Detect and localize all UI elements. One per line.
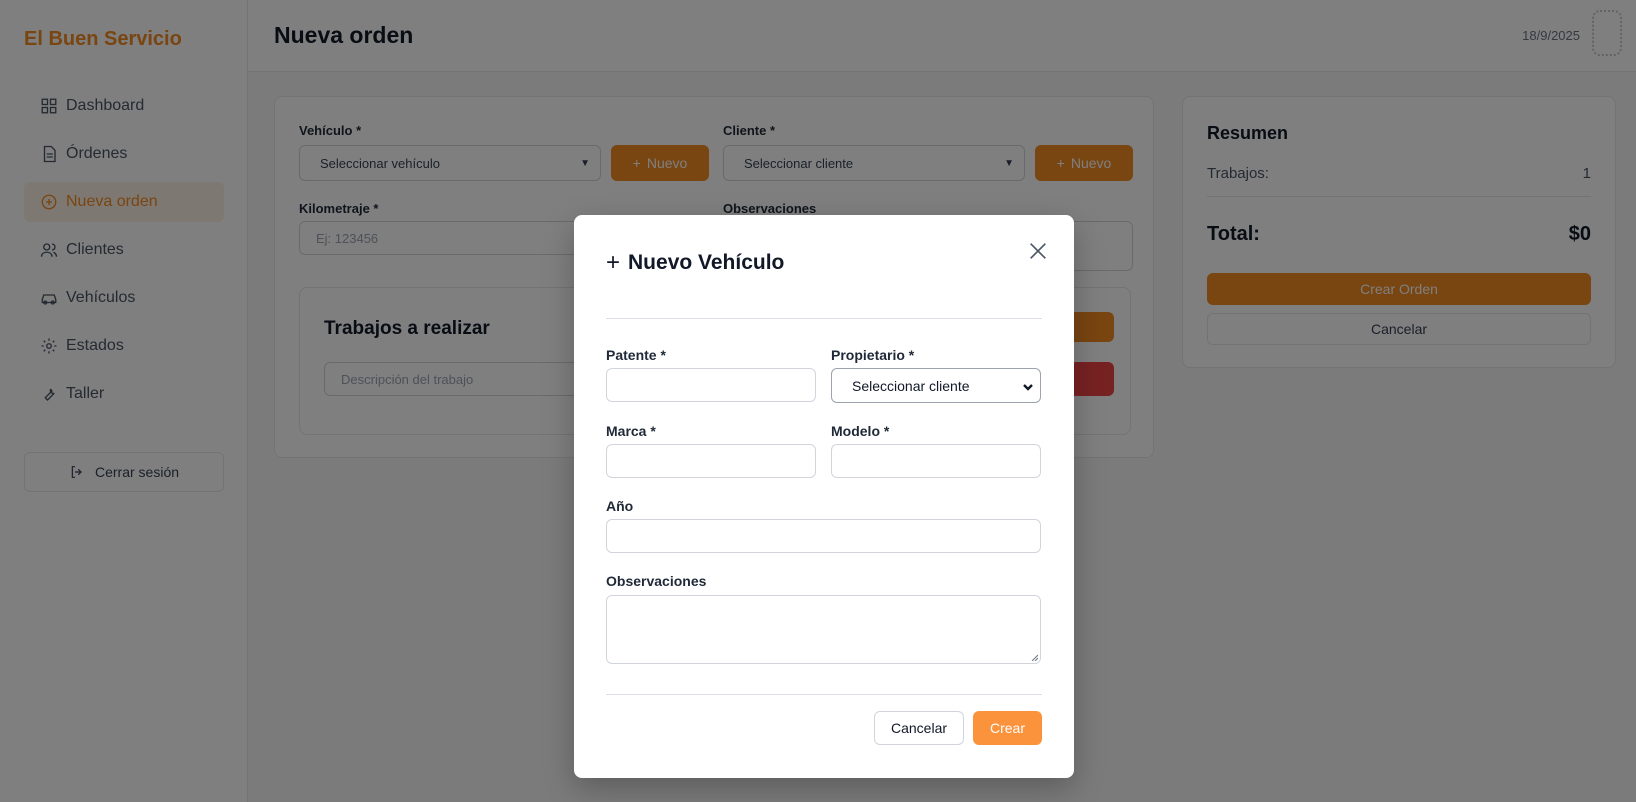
new-vehicle-modal: + Nuevo Vehículo Patente * Propietario *… (574, 215, 1074, 778)
modelo-label: Modelo * (831, 423, 890, 439)
resize-grip-icon[interactable] (1030, 653, 1038, 661)
patente-label: Patente * (606, 347, 666, 363)
modal-title: Nuevo Vehículo (628, 251, 785, 274)
anio-input[interactable] (606, 519, 1041, 553)
marca-label: Marca * (606, 423, 656, 439)
plus-icon: + (606, 249, 621, 276)
close-icon (1030, 243, 1046, 259)
chevron-down-icon (1022, 380, 1034, 396)
cancel-button[interactable]: Cancelar (874, 711, 964, 745)
propietario-label: Propietario * (831, 347, 915, 363)
observaciones-textarea[interactable] (606, 595, 1041, 664)
propietario-select[interactable]: Seleccionar cliente (831, 368, 1041, 403)
modal-footer-divider (606, 694, 1042, 695)
modal-header: + Nuevo Vehículo (606, 251, 784, 275)
create-button[interactable]: Crear (973, 711, 1042, 745)
anio-label: Año (606, 498, 634, 514)
patente-input[interactable] (606, 368, 816, 402)
observaciones-label: Observaciones (606, 573, 707, 589)
marca-input[interactable] (606, 444, 816, 478)
close-button[interactable] (1024, 237, 1052, 265)
modelo-input[interactable] (831, 444, 1041, 478)
propietario-select-value: Seleccionar cliente (852, 378, 970, 394)
modal-header-divider (606, 318, 1042, 319)
